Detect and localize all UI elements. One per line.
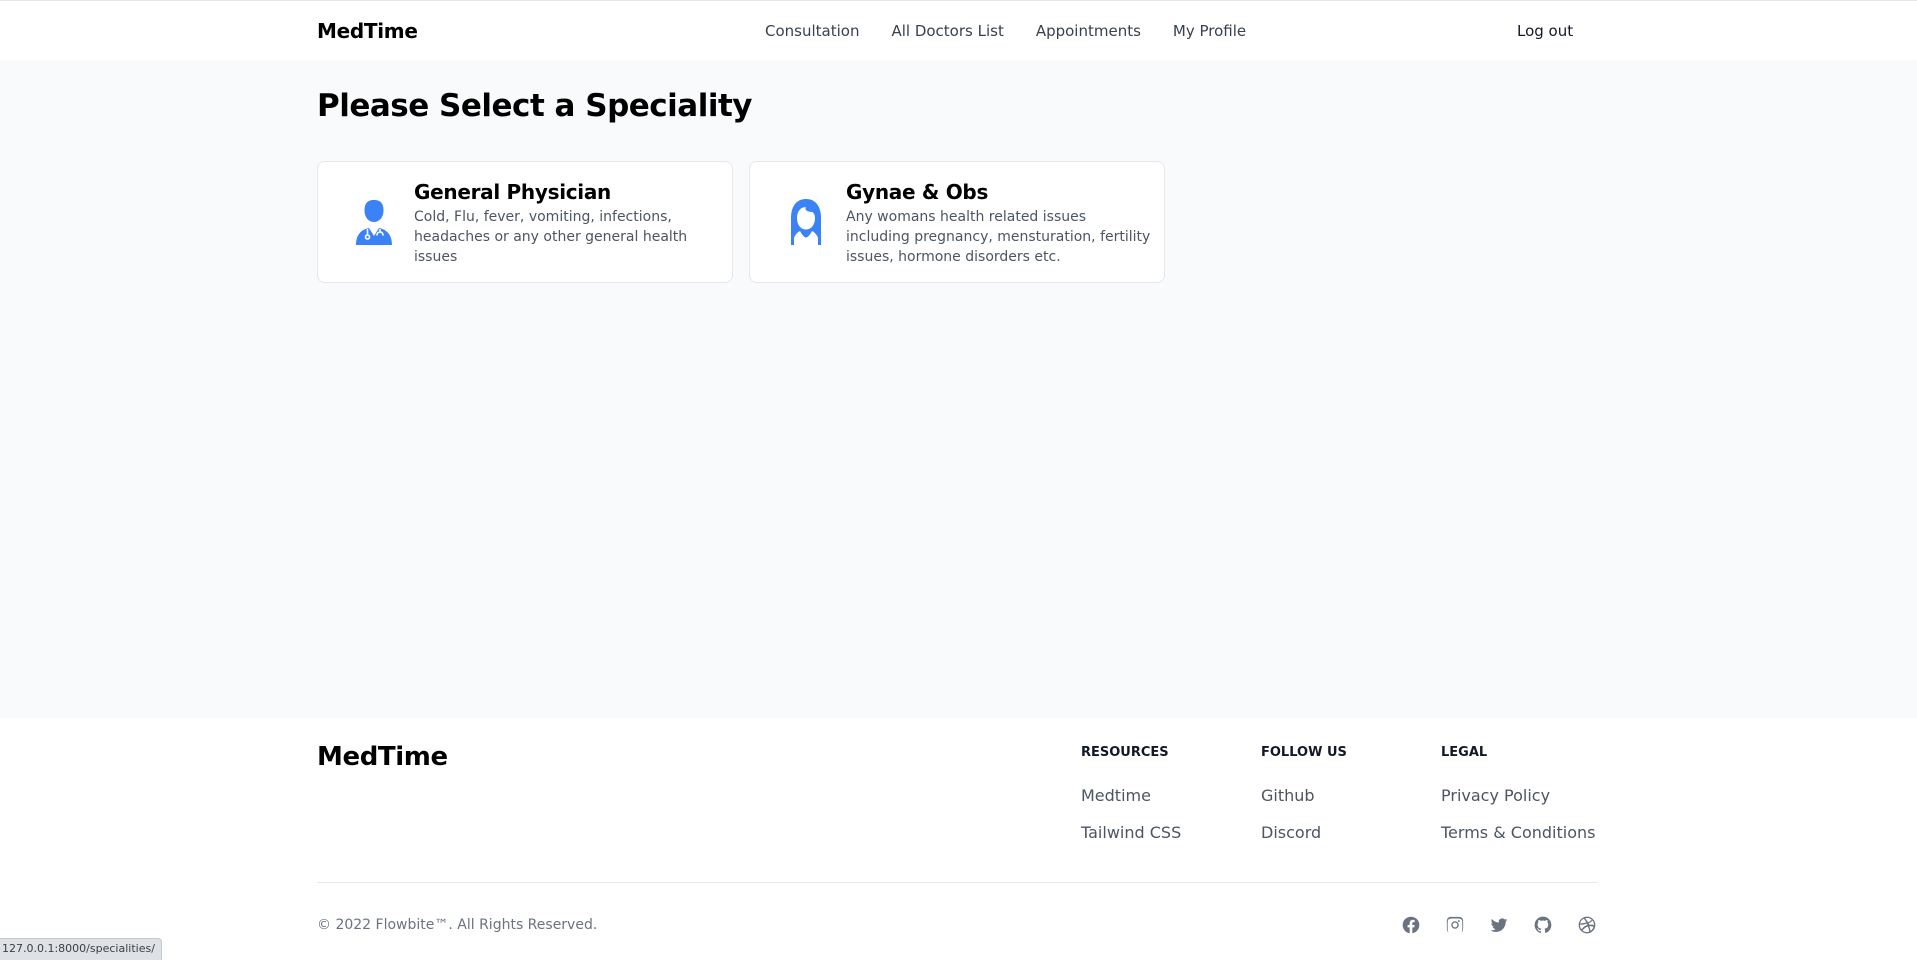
footer-heading: LEGAL bbox=[1441, 745, 1488, 760]
footer-link-tailwind-css[interactable]: Tailwind CSS bbox=[1081, 823, 1181, 842]
logout-link[interactable]: Log out bbox=[1517, 22, 1573, 40]
dribbble-icon[interactable] bbox=[1577, 915, 1597, 935]
speciality-title: Gynae & Obs bbox=[846, 180, 989, 204]
footer-link-medtime[interactable]: Medtime bbox=[1081, 786, 1181, 805]
footer-heading: RESOURCES bbox=[1081, 745, 1169, 760]
speciality-description: Any womans health related issues includi… bbox=[846, 209, 1151, 265]
twitter-icon[interactable] bbox=[1489, 915, 1509, 935]
woman-icon bbox=[786, 198, 826, 246]
github-icon[interactable] bbox=[1533, 915, 1553, 935]
footer-link-privacy-policy[interactable]: Privacy Policy bbox=[1441, 786, 1595, 805]
footer-column-legal: LEGAL Privacy Policy Terms & Conditions bbox=[1441, 745, 1595, 860]
nav-link-appointments[interactable]: Appointments bbox=[1036, 22, 1141, 40]
speciality-text: Gynae & Obs Any womans health related is… bbox=[846, 180, 1152, 267]
speciality-title: General Physician bbox=[414, 180, 611, 204]
footer: MedTime RESOURCES Medtime Tailwind CSS F… bbox=[0, 718, 1917, 960]
nav-link-my-profile[interactable]: My Profile bbox=[1173, 22, 1246, 40]
speciality-text: General Physician Cold, Flu, fever, vomi… bbox=[414, 180, 720, 267]
speciality-list: General Physician Cold, Flu, fever, vomi… bbox=[317, 161, 1165, 283]
nav-link-consultation[interactable]: Consultation bbox=[765, 22, 859, 40]
footer-divider bbox=[317, 882, 1597, 883]
browser-status-bar: 127.0.0.1:8000/specialities/ bbox=[0, 938, 162, 960]
copyright-text: © 2022 Flowbite™. All Rights Reserved. bbox=[317, 917, 598, 933]
footer-heading: FOLLOW US bbox=[1261, 745, 1347, 760]
footer-link-discord[interactable]: Discord bbox=[1261, 823, 1347, 842]
footer-link-terms-conditions[interactable]: Terms & Conditions bbox=[1441, 823, 1595, 842]
speciality-description: Cold, Flu, fever, vomiting, infections, … bbox=[414, 209, 688, 265]
footer-brand-logo[interactable]: MedTime bbox=[317, 742, 448, 772]
footer-link-github[interactable]: Github bbox=[1261, 786, 1347, 805]
footer-column-resources: RESOURCES Medtime Tailwind CSS bbox=[1081, 745, 1181, 860]
social-links bbox=[1401, 915, 1597, 935]
brand-logo[interactable]: MedTime bbox=[317, 19, 418, 43]
speciality-card-gynae-obs[interactable]: Gynae & Obs Any womans health related is… bbox=[749, 161, 1165, 283]
page-title: Please Select a Speciality bbox=[317, 88, 753, 124]
nav-link-all-doctors-list[interactable]: All Doctors List bbox=[891, 22, 1003, 40]
speciality-card-general-physician[interactable]: General Physician Cold, Flu, fever, vomi… bbox=[317, 161, 733, 283]
facebook-icon[interactable] bbox=[1401, 915, 1421, 935]
navbar: MedTime Consultation All Doctors List Ap… bbox=[0, 0, 1917, 60]
footer-column-follow-us: FOLLOW US Github Discord bbox=[1261, 745, 1347, 860]
nav-links: Consultation All Doctors List Appointmen… bbox=[765, 22, 1246, 40]
instagram-icon[interactable] bbox=[1445, 915, 1465, 935]
doctor-icon bbox=[354, 198, 394, 246]
